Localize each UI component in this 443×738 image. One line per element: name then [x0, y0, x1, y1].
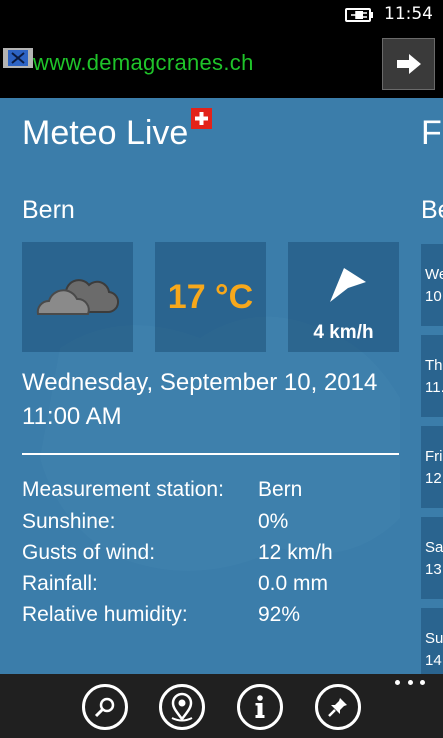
measurement-time: 11:00 AM [22, 403, 122, 430]
detail-row: Rainfall: 0.0 mm [22, 572, 402, 603]
wind-tile: 4 km/h [288, 242, 399, 352]
detail-label: Sunshine: [22, 510, 116, 533]
arrow-right-icon [396, 54, 421, 74]
detail-value: 92% [258, 603, 301, 626]
weather-condition-tile [22, 242, 133, 352]
ad-link-text[interactable]: www.demagcranes.ch [33, 50, 254, 76]
forecast-date: 12. [425, 470, 443, 487]
detail-value: Bern [258, 478, 303, 501]
search-icon [94, 697, 115, 718]
info-icon [255, 695, 265, 718]
forecast-day: Fri [425, 448, 443, 465]
app-title: Meteo Live [22, 114, 189, 152]
forecast-day: Sa [425, 539, 443, 556]
status-bar: 11:54 [0, 0, 443, 30]
swiss-flag-icon [191, 108, 212, 129]
detail-value: 0% [258, 510, 289, 533]
cloudy-icon [36, 279, 119, 315]
detail-label: Gusts of wind: [22, 541, 156, 564]
location-pin-icon [171, 692, 193, 722]
forecast-item[interactable]: Su 14. [421, 608, 443, 674]
forecast-day: Th [425, 357, 443, 374]
battery-charging-icon [345, 8, 373, 22]
forecast-date: 13. [425, 561, 443, 578]
measurement-date: Wednesday, September 10, 2014 [22, 369, 378, 396]
close-icon [11, 52, 25, 64]
dot [420, 679, 425, 685]
detail-label: Rainfall: [22, 572, 98, 595]
wind-direction-arrow-icon [330, 268, 366, 302]
forecast-day: We [425, 266, 443, 283]
pin-to-start-button[interactable] [315, 684, 361, 730]
forecast-date: 11. [425, 379, 443, 396]
forecast-item[interactable]: Fri 12. [421, 426, 443, 508]
detail-row: Gusts of wind: 12 km/h [22, 541, 402, 572]
current-weather-panel: Meteo Live Fo Bern Be 17 °C 4 km/h Wedne… [0, 98, 443, 674]
pin-icon [328, 698, 347, 717]
forecast-date: 10. [425, 288, 443, 305]
wind-speed: 4 km/h [313, 322, 374, 343]
dot [407, 679, 413, 685]
forecast-item[interactable]: Th 11. [421, 335, 443, 417]
status-time: 11:54 [384, 4, 433, 24]
detail-value: 12 km/h [258, 541, 333, 564]
detail-label: Relative humidity: [22, 603, 188, 626]
city-name: Bern [22, 196, 75, 224]
search-button[interactable] [82, 684, 128, 730]
ad-go-button[interactable] [382, 38, 435, 90]
detail-row: Sunshine: 0% [22, 510, 402, 541]
more-ellipsis-icon[interactable] [395, 674, 425, 690]
forecast-day: Su [425, 630, 443, 647]
detail-row: Measurement station: Bern [22, 478, 402, 509]
detail-label: Measurement station: [22, 478, 224, 501]
location-button[interactable] [159, 684, 205, 730]
forecast-item[interactable]: We 10. [421, 244, 443, 326]
detail-row: Relative humidity: 92% [22, 603, 402, 634]
temperature-value: 17 °C [167, 277, 254, 316]
divider [22, 453, 399, 455]
detail-value: 0.0 mm [258, 572, 329, 595]
info-button[interactable] [237, 684, 283, 730]
forecast-item[interactable]: Sa 13. [421, 517, 443, 599]
forecast-city-name: Be [421, 196, 443, 224]
ad-banner[interactable]: www.demagcranes.ch [0, 30, 443, 98]
temperature-tile: 17 °C [155, 242, 266, 352]
forecast-date: 14. [425, 652, 443, 669]
forecast-panel-title[interactable]: Fo [421, 114, 443, 153]
app-bar [0, 674, 443, 738]
ad-close-button[interactable] [8, 50, 28, 66]
dot [395, 679, 400, 685]
